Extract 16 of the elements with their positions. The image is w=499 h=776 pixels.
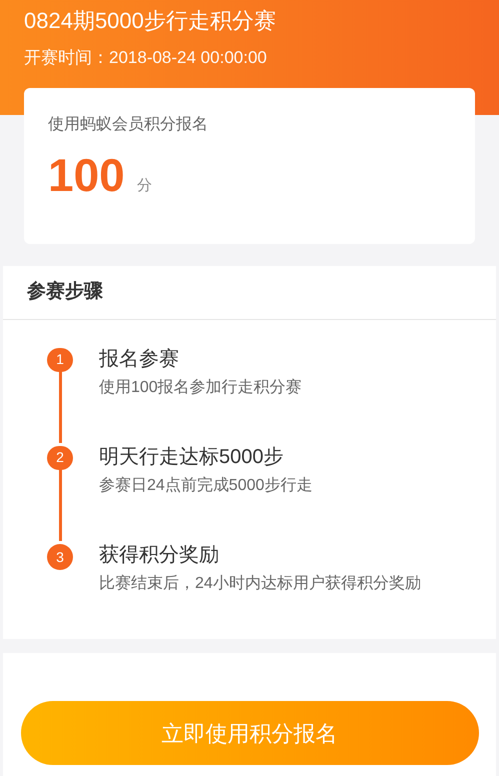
page-title: 0824期5000步行走积分赛 bbox=[24, 7, 277, 35]
points-value: 100 bbox=[48, 150, 125, 200]
points-unit: 分 bbox=[136, 176, 152, 196]
step-number: 3 bbox=[47, 544, 73, 570]
step-number: 1 bbox=[47, 348, 73, 372]
entry-label: 使用蚂蚁会员积分报名 bbox=[48, 115, 209, 135]
step-title: 报名参赛 bbox=[99, 347, 180, 372]
signup-button[interactable]: 立即使用积分报名 bbox=[20, 701, 478, 765]
step-description: 比赛结束后，24小时内达标用户获得积分奖励 bbox=[99, 574, 421, 594]
step-title: 明天行走达标5000步 bbox=[99, 445, 284, 470]
section-title: 参赛步骤 bbox=[3, 266, 496, 320]
step-description: 参赛日24点前完成5000步行走 bbox=[99, 476, 312, 496]
step-title: 获得积分奖励 bbox=[99, 543, 220, 568]
start-time: 开赛时间：2018-08-24 00:00:00 bbox=[24, 47, 268, 69]
step-description: 使用100报名参加行走积分赛 bbox=[99, 378, 302, 398]
step-number: 2 bbox=[47, 446, 73, 470]
